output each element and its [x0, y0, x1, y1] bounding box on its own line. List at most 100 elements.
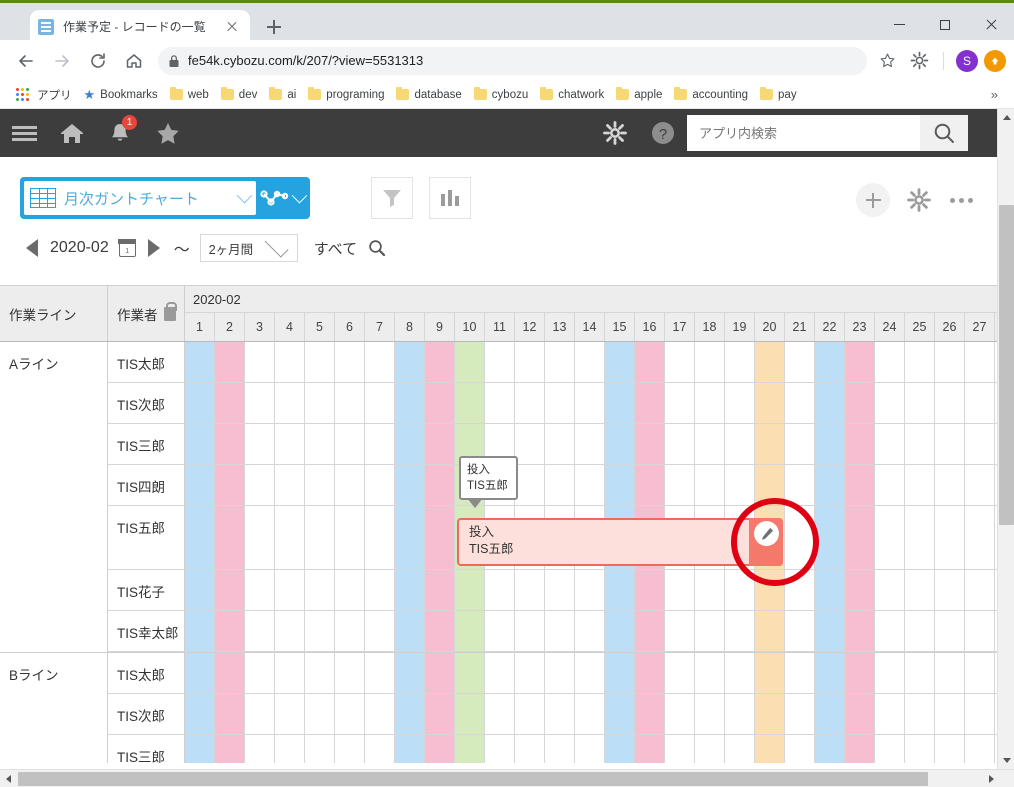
- gantt-cell-day-19[interactable]: [725, 694, 755, 734]
- gantt-cell-day-8[interactable]: [395, 383, 425, 423]
- bookmark-item-ai[interactable]: ai: [263, 87, 302, 103]
- gantt-cell-day-12[interactable]: [515, 342, 545, 382]
- gantt-cell-day-18[interactable]: [695, 570, 725, 610]
- gantt-cell-day-18[interactable]: [695, 735, 725, 763]
- gantt-cell-day-24[interactable]: [875, 465, 905, 505]
- add-record-button[interactable]: [856, 183, 890, 217]
- gantt-cell-day-15[interactable]: [605, 611, 635, 651]
- gantt-cell-day-22[interactable]: [815, 342, 845, 382]
- gantt-cell-day-5[interactable]: [305, 506, 335, 569]
- gantt-cell-day-9[interactable]: [425, 383, 455, 423]
- extension-gear-icon[interactable]: [903, 45, 935, 77]
- gantt-cell-day-24[interactable]: [875, 735, 905, 763]
- gantt-cell-day-27[interactable]: [965, 506, 995, 569]
- gantt-cell-day-17[interactable]: [665, 653, 695, 693]
- gantt-cell-day-1[interactable]: [185, 465, 215, 505]
- horizontal-scrollbar[interactable]: [0, 769, 1014, 787]
- gantt-cell-day-9[interactable]: [425, 694, 455, 734]
- gantt-cell-day-6[interactable]: [335, 465, 365, 505]
- gantt-cell-day-17[interactable]: [665, 465, 695, 505]
- gantt-cell-day-25[interactable]: [905, 465, 935, 505]
- gantt-cell-day-27[interactable]: [965, 342, 995, 382]
- gantt-cell-day-10[interactable]: [455, 383, 485, 423]
- gantt-cell-day-26[interactable]: [935, 465, 965, 505]
- gantt-cell-day-3[interactable]: [245, 342, 275, 382]
- browser-tab[interactable]: 作業予定 - レコードの一覧: [30, 10, 250, 43]
- gantt-cell-day-14[interactable]: [575, 383, 605, 423]
- app-settings-gear-icon[interactable]: [902, 183, 936, 217]
- gantt-cell-day-7[interactable]: [365, 735, 395, 763]
- gantt-cell-day-20[interactable]: [755, 383, 785, 423]
- gantt-cell-day-13[interactable]: [545, 570, 575, 610]
- gantt-cell-day-26[interactable]: [935, 383, 965, 423]
- next-period-button[interactable]: [147, 239, 160, 257]
- bookmark-item-accounting[interactable]: accounting: [668, 87, 754, 103]
- gantt-cell-day-12[interactable]: [515, 694, 545, 734]
- gantt-cell-day-16[interactable]: [635, 694, 665, 734]
- gantt-cell-day-3[interactable]: [245, 506, 275, 569]
- gantt-cell-day-2[interactable]: [215, 383, 245, 423]
- gantt-cell-day-18[interactable]: [695, 611, 725, 651]
- gantt-cell-day-4[interactable]: [275, 735, 305, 763]
- gantt-cell-day-17[interactable]: [665, 611, 695, 651]
- bookmark-item-dev[interactable]: dev: [215, 87, 264, 103]
- gantt-cell-day-15[interactable]: [605, 465, 635, 505]
- gantt-cell-day-18[interactable]: [695, 383, 725, 423]
- gantt-cell-day-3[interactable]: [245, 653, 275, 693]
- gantt-cell-day-14[interactable]: [575, 735, 605, 763]
- gantt-cell-day-2[interactable]: [215, 342, 245, 382]
- gantt-cell-day-22[interactable]: [815, 653, 845, 693]
- gantt-cell-day-13[interactable]: [545, 342, 575, 382]
- gantt-cell-day-10[interactable]: [455, 735, 485, 763]
- gantt-cell-day-23[interactable]: [845, 424, 875, 464]
- gantt-cell-day-26[interactable]: [935, 653, 965, 693]
- bell-icon[interactable]: 1: [96, 109, 144, 157]
- star-icon[interactable]: [144, 109, 192, 157]
- gantt-cell-day-19[interactable]: [725, 383, 755, 423]
- duration-dropdown[interactable]: 2ヶ月間: [199, 233, 298, 262]
- gantt-cell-day-6[interactable]: [335, 342, 365, 382]
- gantt-cell-day-27[interactable]: [965, 694, 995, 734]
- bookmark-item-apple[interactable]: apple: [610, 87, 668, 103]
- gantt-cell-day-7[interactable]: [365, 465, 395, 505]
- gantt-cell-day-26[interactable]: [935, 342, 965, 382]
- gantt-cell-day-8[interactable]: [395, 506, 425, 569]
- gantt-cell-day-7[interactable]: [365, 424, 395, 464]
- gantt-cell-day-21[interactable]: [785, 342, 815, 382]
- gantt-cell-day-11[interactable]: [485, 570, 515, 610]
- gantt-cell-day-7[interactable]: [365, 506, 395, 569]
- reload-icon[interactable]: [82, 45, 114, 77]
- gantt-cell-day-7[interactable]: [365, 694, 395, 734]
- gantt-cell-day-25[interactable]: [905, 424, 935, 464]
- gantt-cell-day-6[interactable]: [335, 383, 365, 423]
- gantt-cell-day-24[interactable]: [875, 506, 905, 569]
- gantt-cell-day-8[interactable]: [395, 735, 425, 763]
- gantt-cell-day-1[interactable]: [185, 653, 215, 693]
- gantt-cell-day-4[interactable]: [275, 570, 305, 610]
- gantt-cell-day-19[interactable]: [725, 342, 755, 382]
- gantt-cell-day-24[interactable]: [875, 342, 905, 382]
- gantt-cell-day-13[interactable]: [545, 424, 575, 464]
- gantt-cell-day-26[interactable]: [935, 570, 965, 610]
- gantt-cell-day-22[interactable]: [815, 570, 845, 610]
- gantt-cell-day-9[interactable]: [425, 506, 455, 569]
- gantt-cell-day-9[interactable]: [425, 342, 455, 382]
- gantt-cell-day-23[interactable]: [845, 570, 875, 610]
- gantt-cell-day-14[interactable]: [575, 465, 605, 505]
- gantt-cell-day-20[interactable]: [755, 342, 785, 382]
- gantt-cell-day-5[interactable]: [305, 735, 335, 763]
- gantt-cell-day-2[interactable]: [215, 653, 245, 693]
- bookmark-item-web[interactable]: web: [164, 87, 215, 103]
- gantt-cell-day-15[interactable]: [605, 653, 635, 693]
- gantt-cell-day-10[interactable]: [455, 570, 485, 610]
- gantt-cell-day-4[interactable]: [275, 342, 305, 382]
- gantt-cell-day-18[interactable]: [695, 342, 725, 382]
- gantt-cell-day-21[interactable]: [785, 570, 815, 610]
- gantt-cell-day-2[interactable]: [215, 424, 245, 464]
- gantt-cell-day-1[interactable]: [185, 694, 215, 734]
- gantt-cell-day-10[interactable]: [455, 342, 485, 382]
- gantt-cell-day-22[interactable]: [815, 735, 845, 763]
- forward-arrow-icon[interactable]: [46, 45, 78, 77]
- gantt-cell-day-7[interactable]: [365, 570, 395, 610]
- minimize-icon[interactable]: [876, 6, 922, 43]
